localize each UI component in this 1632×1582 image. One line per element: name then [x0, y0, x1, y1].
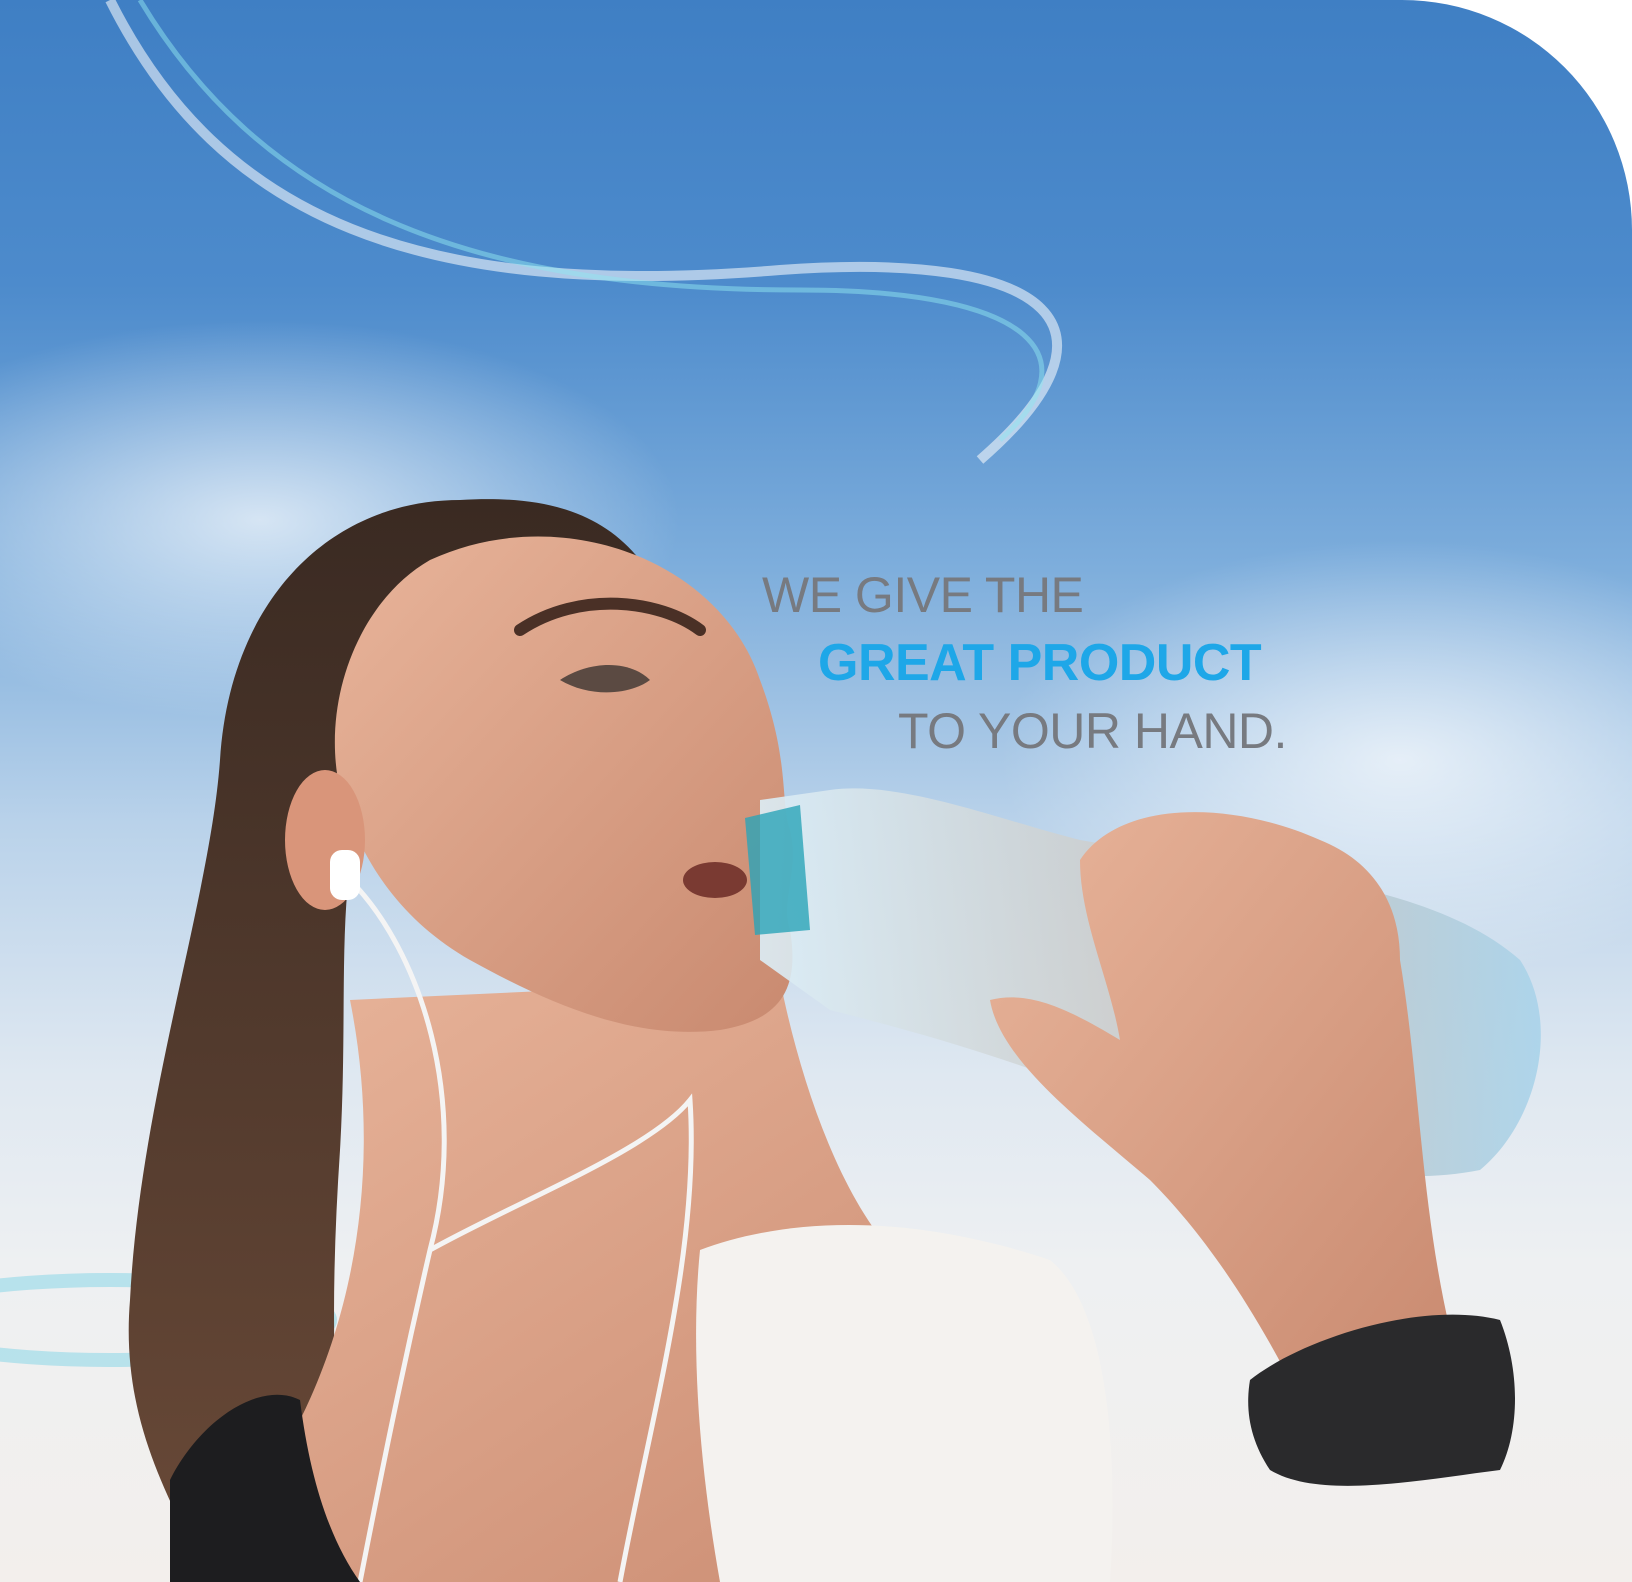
towel: [696, 1225, 1113, 1582]
mouth: [683, 862, 747, 898]
headline-line-2-highlight: GREAT PRODUCT: [818, 634, 1262, 692]
bottle-cap-ring: [745, 805, 810, 935]
photo-illustration: [0, 0, 1632, 1582]
headline-line-1: WE GIVE THE: [762, 567, 1084, 623]
headline-line-3: TO YOUR HAND.: [898, 703, 1287, 759]
hero-photo: [0, 0, 1632, 1582]
hero-banner: WE GIVE THE GREAT PRODUCT TO YOUR HAND.: [0, 0, 1632, 1582]
earbud: [330, 850, 360, 900]
